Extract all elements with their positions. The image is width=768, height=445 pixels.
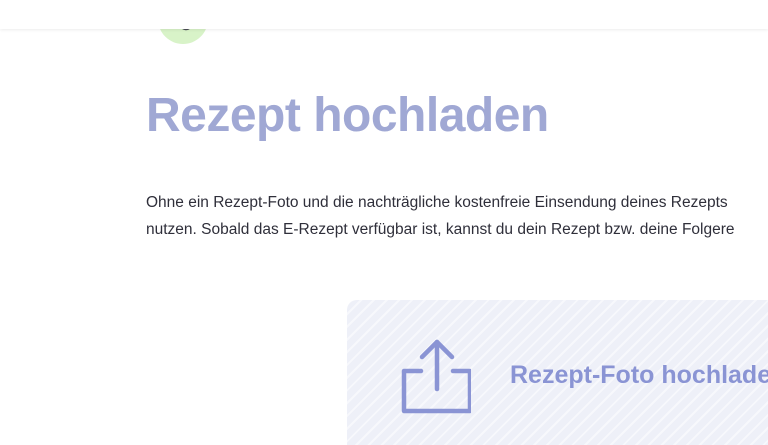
intro-line: Ohne ein Rezept-Foto und die nachträglic… xyxy=(146,194,728,211)
photo-upload-dropzone[interactable]: Rezept-Foto hochladen xyxy=(347,300,768,445)
top-navigation-bar xyxy=(0,0,768,29)
intro-text: Ohne ein Rezept-Foto und die nachträglic… xyxy=(146,189,768,243)
page-title: Rezept hochladen xyxy=(146,89,549,142)
page: Rezept hochladen Ohne ein Rezept-Foto un… xyxy=(0,0,768,445)
upload-button-label[interactable]: Rezept-Foto hochladen xyxy=(510,359,768,391)
upload-icon xyxy=(395,338,473,416)
intro-line: nutzen. Sobald das E-Rezept verfügbar is… xyxy=(146,221,735,238)
